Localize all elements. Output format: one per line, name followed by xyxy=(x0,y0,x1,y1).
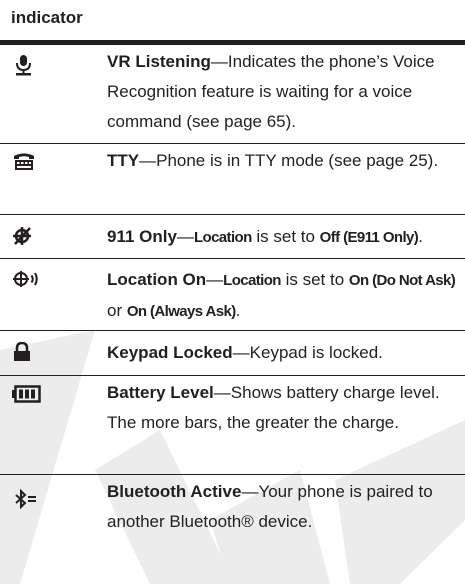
menu-option: On (Always Ask) xyxy=(126,303,236,320)
dash: — xyxy=(241,482,259,501)
table-row: Battery Level—Shows battery charge level… xyxy=(0,376,465,475)
row-title: Location On xyxy=(107,270,207,289)
row-title: 911 Only xyxy=(107,227,177,246)
row-description: is set to xyxy=(280,270,349,289)
dash: — xyxy=(139,151,157,170)
row-text: Keypad Locked—Keypad is locked. xyxy=(107,338,457,368)
row-text: VR Listening—Indicates the phone’s Voice… xyxy=(107,47,457,137)
row-description: Phone is in TTY mode (see page 25). xyxy=(156,151,439,170)
location-on-icon xyxy=(12,269,42,289)
dash: — xyxy=(232,343,250,362)
row-title: TTY xyxy=(107,151,140,170)
dash: — xyxy=(206,270,224,289)
menu-option: On (Do Not Ask) xyxy=(348,272,456,289)
bluetooth-icon xyxy=(12,489,40,509)
row-title: Keypad Locked xyxy=(107,343,233,362)
table-header-label: indicator xyxy=(11,8,83,27)
microphone-icon xyxy=(12,54,36,76)
menu-option: Off (E911 Only) xyxy=(319,229,419,246)
menu-term: Location xyxy=(223,272,281,289)
row-description: or xyxy=(107,301,127,320)
row-text: Location On—Location is set to On (Do No… xyxy=(107,265,457,327)
table-row: Bluetooth Active—Your phone is paired to… xyxy=(0,475,465,584)
row-text: TTY—Phone is in TTY mode (see page 25). xyxy=(107,146,457,176)
indicator-table: indicator VR Listening—Indicates the pho… xyxy=(0,0,465,584)
punctuation: . xyxy=(235,301,241,320)
row-text: Battery Level—Shows battery charge level… xyxy=(107,378,457,438)
row-description: is set to xyxy=(251,227,320,246)
table-row: VR Listening—Indicates the phone’s Voice… xyxy=(0,45,465,144)
battery-icon xyxy=(12,385,42,405)
dash: — xyxy=(210,52,228,71)
punctuation: . xyxy=(418,227,423,246)
location-off-icon xyxy=(12,226,36,246)
table-row: Location On—Location is set to On (Do No… xyxy=(0,259,465,331)
row-title: Bluetooth Active xyxy=(107,482,242,501)
row-title: Battery Level xyxy=(107,383,214,402)
menu-term: Location xyxy=(193,229,252,246)
row-text: 911 Only—Location is set to Off (E911 On… xyxy=(107,222,457,253)
table-header: indicator xyxy=(0,0,465,45)
dash: — xyxy=(213,383,231,402)
table-row: TTY—Phone is in TTY mode (see page 25). xyxy=(0,144,465,215)
row-description: Keypad is locked. xyxy=(249,343,383,362)
table-row: 911 Only—Location is set to Off (E911 On… xyxy=(0,215,465,259)
dash: — xyxy=(176,227,194,246)
table-row: Keypad Locked—Keypad is locked. xyxy=(0,331,465,376)
lock-icon xyxy=(12,342,36,362)
row-title: VR Listening xyxy=(107,52,211,71)
row-text: Bluetooth Active—Your phone is paired to… xyxy=(107,477,457,537)
tty-icon xyxy=(12,152,36,172)
